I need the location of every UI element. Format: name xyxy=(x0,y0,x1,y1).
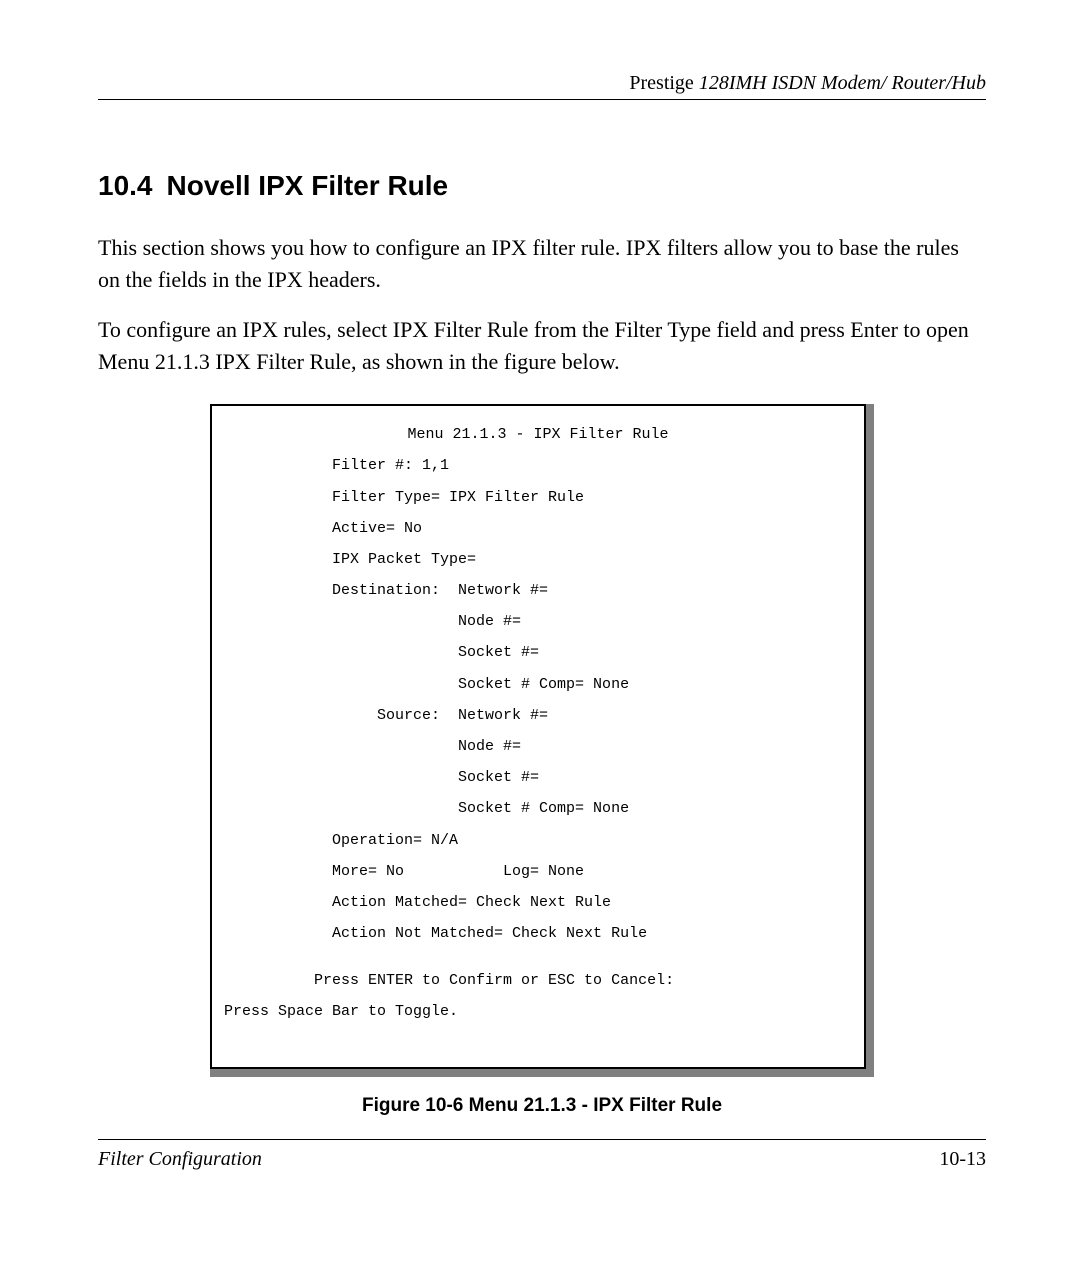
terminal-line: Source: Network #= xyxy=(224,708,852,724)
terminal-line: Action Matched= Check Next Rule xyxy=(224,895,852,911)
terminal-line: More= No Log= None xyxy=(224,864,852,880)
terminal-line: IPX Packet Type= xyxy=(224,552,852,568)
terminal-line: Socket # Comp= None xyxy=(224,801,852,817)
figure-wrapper: Menu 21.1.3 - IPX Filter Rule Filter #: … xyxy=(210,404,874,1117)
terminal-line: Node #= xyxy=(224,739,852,755)
terminal-screenshot: Menu 21.1.3 - IPX Filter Rule Filter #: … xyxy=(210,404,866,1069)
page-footer: Filter Configuration 10-13 xyxy=(98,1139,986,1171)
product-name: Prestige xyxy=(629,72,698,94)
terminal-line: Active= No xyxy=(224,521,852,537)
terminal-title: Menu 21.1.3 - IPX Filter Rule xyxy=(224,427,852,443)
terminal-line: Press Space Bar to Toggle. xyxy=(224,1004,852,1020)
section-number: 10.4 xyxy=(98,170,153,201)
terminal-line: Filter #: 1,1 xyxy=(224,458,852,474)
terminal-line: Socket #= xyxy=(224,645,852,661)
figure-caption: Figure 10-6 Menu 21.1.3 - IPX Filter Rul… xyxy=(210,1095,874,1117)
section-title-text: Novell IPX Filter Rule xyxy=(167,170,449,201)
terminal-line: Press ENTER to Confirm or ESC to Cancel: xyxy=(224,973,852,989)
section-heading: 10.4 Novell IPX Filter Rule xyxy=(98,170,986,202)
terminal-line: Filter Type= IPX Filter Rule xyxy=(224,490,852,506)
running-head: Prestige 128IMH ISDN Modem/ Router/Hub xyxy=(98,72,986,100)
terminal-line: Node #= xyxy=(224,614,852,630)
terminal-line: Operation= N/A xyxy=(224,833,852,849)
intro-paragraph-1: This section shows you how to configure … xyxy=(98,232,986,296)
terminal-line: Destination: Network #= xyxy=(224,583,852,599)
terminal-line: Socket # Comp= None xyxy=(224,677,852,693)
terminal-line: Socket #= xyxy=(224,770,852,786)
footer-page-number: 10-13 xyxy=(939,1148,986,1171)
product-model: 128IMH ISDN Modem/ Router/Hub xyxy=(699,72,986,94)
terminal-line: Action Not Matched= Check Next Rule xyxy=(224,926,852,942)
footer-section-name: Filter Configuration xyxy=(98,1148,262,1171)
intro-paragraph-2: To configure an IPX rules, select IPX Fi… xyxy=(98,314,986,378)
terminal-shadow: Menu 21.1.3 - IPX Filter Rule Filter #: … xyxy=(210,404,874,1077)
